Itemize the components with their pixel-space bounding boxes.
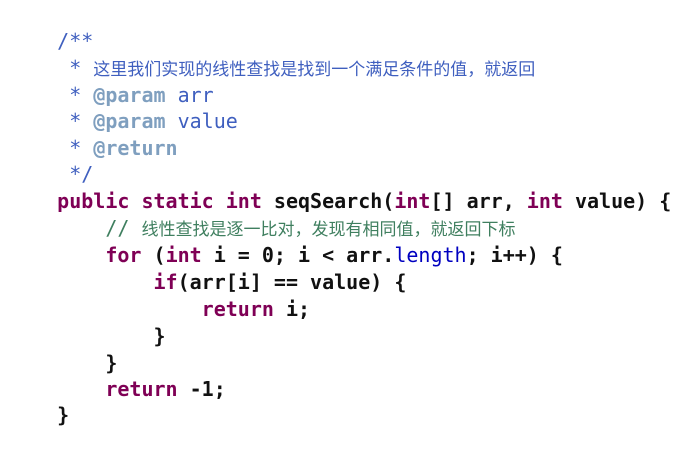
code-line-8: // 线性查找是逐一比对，发现有相同值，就返回下标 bbox=[9, 189, 515, 240]
javadoc-return-tag: @return bbox=[93, 136, 178, 160]
code-line-12: } bbox=[9, 297, 166, 348]
code-line-9: for (int i = 0; i < arr.length; i++) { bbox=[9, 216, 563, 267]
code-line-10: if(arr[i] == value) { bbox=[9, 243, 407, 294]
keyword-return: return bbox=[105, 377, 178, 401]
code-line-14: return -1; bbox=[9, 350, 225, 401]
code-editor[interactable]: /** * 这里我们实现的线性查找是找到一个满足条件的值，就返回 * @para… bbox=[0, 0, 693, 427]
for-increment: ; i++) { bbox=[466, 243, 563, 267]
code-line-15: } bbox=[9, 376, 69, 427]
code-line-13: } bbox=[9, 324, 117, 375]
code-line-6: */ bbox=[9, 135, 93, 186]
code-line-3: * @param arr bbox=[9, 56, 214, 107]
code-line-5: * @return bbox=[9, 109, 177, 160]
code-line-7: public static int seqSearch(int[] arr, i… bbox=[9, 162, 671, 213]
return-value: i; bbox=[273, 297, 311, 321]
keyword-return: return bbox=[201, 297, 274, 321]
keyword-int: int bbox=[526, 189, 563, 213]
code-line-4: * @param value bbox=[9, 82, 238, 133]
return-value: -1; bbox=[177, 377, 226, 401]
code-line-2: * 这里我们实现的线性查找是找到一个满足条件的值，就返回 bbox=[9, 29, 535, 80]
code-line-11: return i; bbox=[9, 270, 310, 321]
closing-brace: } bbox=[57, 403, 70, 427]
param-value: value) { bbox=[562, 189, 672, 213]
code-line-1: /** bbox=[9, 2, 93, 53]
